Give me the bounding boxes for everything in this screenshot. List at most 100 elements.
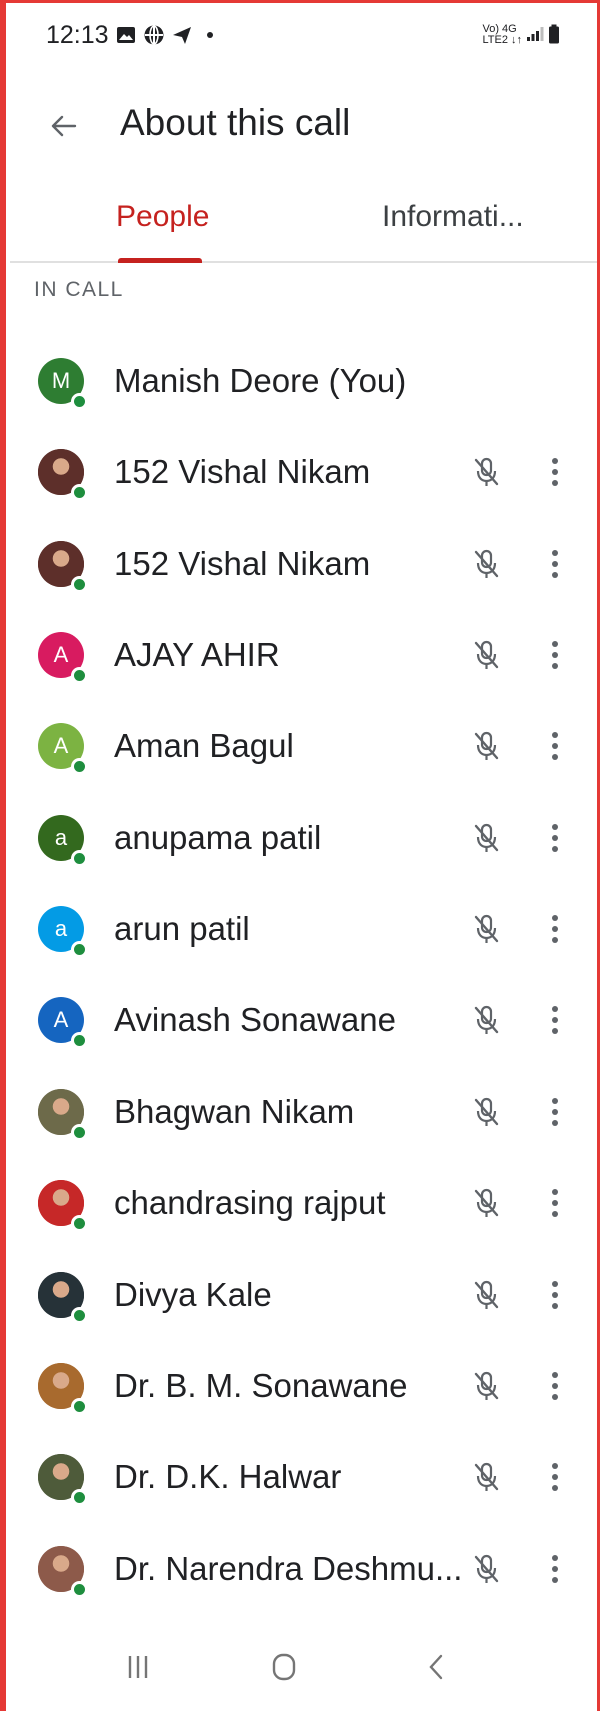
participant-initial-avatar: a [38,906,88,958]
participant-name: Divya Kale [114,1276,272,1313]
mic-off-icon[interactable] [470,1369,504,1403]
globe-icon [143,24,165,46]
participant-row[interactable]: Dr. Narendra Deshmu... [0,1523,597,1615]
avatar-initial: A [53,733,69,758]
mic-off-icon[interactable] [470,821,504,855]
online-status-dot [71,1398,88,1415]
online-status-dot [71,667,88,684]
mic-off-icon[interactable] [470,1278,504,1312]
participant-photo-avatar [38,449,88,501]
participant-photo-avatar [38,1546,88,1598]
participant-row[interactable]: A Avinash Sonawane [0,974,597,1066]
participant-name: Avinash Sonawane [114,1001,396,1038]
more-options-icon[interactable] [548,912,562,946]
participant-photo-avatar [38,1272,88,1324]
avatar-initial: A [53,1007,69,1032]
section-label: IN CALL [34,278,124,301]
more-options-icon[interactable] [548,455,562,489]
online-status-dot [71,1032,88,1049]
online-status-dot [71,1215,88,1232]
participant-row[interactable]: M Manish Deore (You) [0,335,597,427]
online-status-dot [71,576,88,593]
more-options-icon[interactable] [548,821,562,855]
participant-name: 152 Vishal Nikam [114,545,371,582]
participant-photo-avatar [38,1089,88,1141]
participant-row[interactable]: A Aman Bagul [0,700,597,792]
more-options-icon[interactable] [548,1369,562,1403]
participant-row[interactable]: chandrasing rajput [0,1157,597,1249]
online-status-dot [71,1581,88,1598]
image-icon [115,24,137,46]
network-type-bottom: LTE2 ↓↑ [482,34,522,46]
recent-apps-icon[interactable] [118,1649,158,1685]
mic-off-icon[interactable] [470,729,504,763]
more-options-icon[interactable] [548,1095,562,1129]
more-options-icon[interactable] [548,1278,562,1312]
participant-name: chandrasing rajput [114,1184,386,1221]
participant-name: arun patil [114,910,250,947]
participant-row[interactable]: A AJAY AHIR [0,609,597,701]
system-nav-bar [0,1641,600,1691]
avatar-initial: A [53,642,69,667]
signal-icon [526,26,544,45]
mic-off-icon[interactable] [470,1460,504,1494]
participant-row[interactable]: Dr. D.K. Halwar [0,1431,597,1523]
more-options-icon[interactable] [548,1460,562,1494]
tab-information[interactable]: Informati... [382,200,524,234]
participant-row[interactable]: 152 Vishal Nikam [0,518,597,610]
participant-row[interactable]: a arun patil [0,883,597,975]
avatar-initial: a [54,916,68,941]
home-icon[interactable] [264,1649,304,1685]
more-options-icon[interactable] [548,1003,562,1037]
participant-row[interactable]: Dr. B. M. Sonawane [0,1340,597,1432]
mic-off-icon[interactable] [470,1186,504,1220]
participant-initial-avatar: A [38,997,88,1049]
online-status-dot [71,1307,88,1324]
more-options-icon[interactable] [548,547,562,581]
mic-off-icon[interactable] [470,1095,504,1129]
online-status-dot [71,1124,88,1141]
mic-off-icon[interactable] [470,1003,504,1037]
mic-off-icon[interactable] [470,547,504,581]
online-status-dot [71,758,88,775]
mic-off-icon[interactable] [470,912,504,946]
mic-off-icon[interactable] [470,455,504,489]
more-options-icon[interactable] [548,729,562,763]
send-icon [171,24,193,46]
participant-name: AJAY AHIR [114,636,280,673]
tab-people[interactable]: People [116,200,209,234]
more-options-icon[interactable] [548,1552,562,1586]
back-nav-icon[interactable] [416,1649,456,1685]
participant-initial-avatar: A [38,723,88,775]
app-header: About this call [0,96,600,156]
participant-name: 152 Vishal Nikam [114,453,371,490]
participant-initial-avatar: M [38,358,88,410]
status-bar: 12:13 Vo) 4G LTE2 ↓↑ [46,18,560,52]
status-time: 12:13 [46,20,109,49]
online-status-dot [71,484,88,501]
participant-photo-avatar [38,1363,88,1415]
more-options-icon[interactable] [548,1186,562,1220]
online-status-dot [71,941,88,958]
avatar-initial: M [51,368,71,393]
participant-name: anupama patil [114,819,322,856]
participant-photo-avatar [38,541,88,593]
participant-row[interactable]: Divya Kale [0,1249,597,1341]
participant-row[interactable]: 152 Vishal Nikam [0,426,597,518]
participant-row[interactable]: Bhagwan Nikam [0,1066,597,1158]
participant-name: Manish Deore (You) [114,362,407,399]
more-options-icon[interactable] [548,638,562,672]
tab-bar: People Informati... [10,188,597,263]
online-status-dot [71,393,88,410]
participant-name: Bhagwan Nikam [114,1093,355,1130]
participant-row[interactable]: a anupama patil [0,792,597,884]
mic-off-icon[interactable] [470,638,504,672]
participant-initial-avatar: A [38,632,88,684]
online-status-dot [71,1489,88,1506]
back-button[interactable] [48,110,80,142]
dot-icon [199,24,221,46]
participant-name: Dr. D.K. Halwar [114,1458,342,1495]
mic-off-icon[interactable] [470,1552,504,1586]
participant-initial-avatar: a [38,815,88,867]
participant-photo-avatar [38,1180,88,1232]
